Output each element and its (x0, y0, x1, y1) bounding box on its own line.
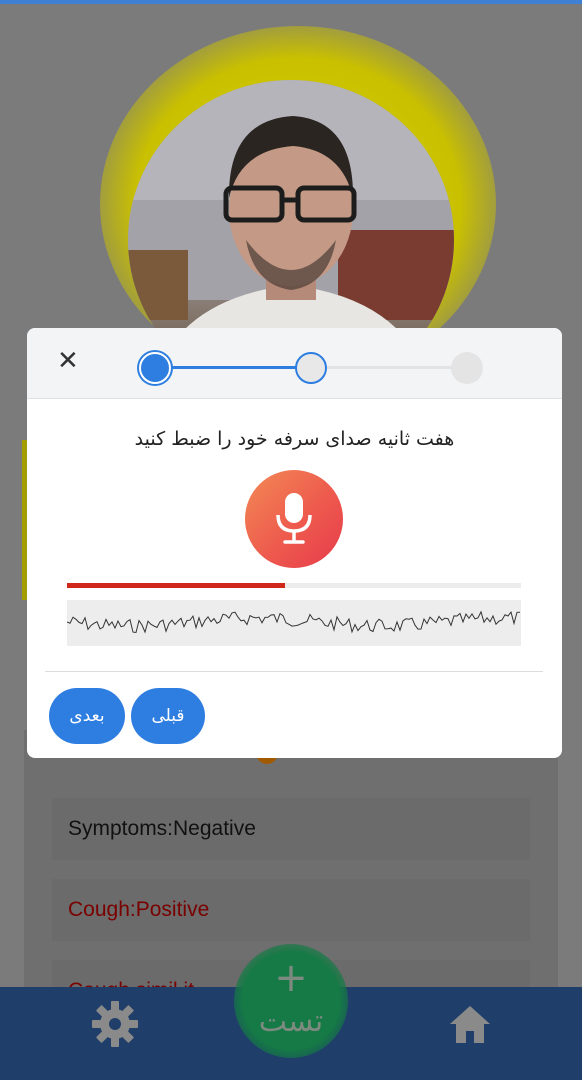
previous-button[interactable]: قبلی (131, 688, 205, 744)
modal-divider (45, 671, 543, 672)
step-1-dot (139, 352, 171, 384)
step-3-dot (451, 352, 483, 384)
recording-progress (67, 583, 521, 588)
home-icon[interactable] (448, 1003, 492, 1053)
add-test-fab[interactable]: + تست (234, 944, 348, 1058)
top-accent-line (0, 0, 582, 4)
result-row-cough: Cough:Positive (52, 879, 530, 941)
step-2-dot (295, 352, 327, 384)
record-button[interactable] (245, 470, 343, 568)
plus-icon: + (274, 955, 308, 1001)
step-line-complete (155, 366, 311, 369)
microphone-icon (276, 493, 312, 544)
record-instruction: هفت ثانیه صدای سرفه خود را ضبط کنید (134, 428, 455, 450)
audio-waveform (66, 600, 521, 646)
recording-progress-fill (67, 583, 285, 588)
record-cough-modal: ✕ هفت ثانیه صدای سرفه خود را ضبط کنید بع… (27, 328, 562, 758)
close-icon[interactable]: ✕ (57, 346, 79, 376)
modal-header: ✕ (27, 328, 562, 399)
gear-icon[interactable] (90, 999, 140, 1057)
step-indicator (139, 352, 483, 384)
step-line-pending (311, 366, 467, 369)
next-button[interactable]: بعدی (49, 688, 125, 744)
result-row-symptoms: Symptoms:Negative (52, 798, 530, 860)
fab-label: تست (258, 1004, 324, 1039)
